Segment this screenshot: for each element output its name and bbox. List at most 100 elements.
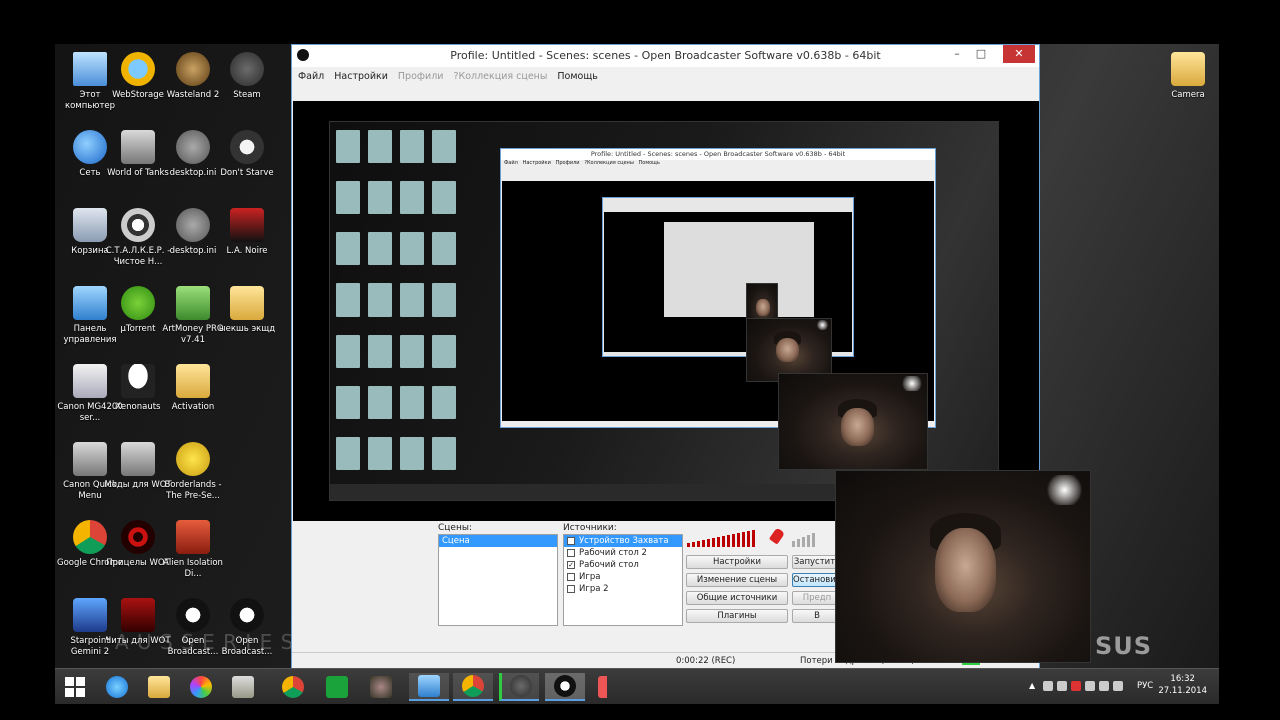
start-button[interactable]: [55, 673, 95, 701]
borderlands-icon: [176, 442, 210, 476]
ini-file-icon: [176, 130, 210, 164]
screen: Этот компьютер WebStorage Wasteland 2 St…: [0, 0, 1280, 720]
desktop-icon-la-noire[interactable]: L.A. Noire: [212, 208, 282, 257]
tank-icon: [370, 676, 392, 698]
source-checkbox[interactable]: [567, 573, 575, 581]
alien-isolation-icon: [176, 520, 210, 554]
explorer-icon: [148, 676, 170, 698]
crosshair-icon: [121, 520, 155, 554]
chrome-icon: [73, 520, 107, 554]
taskbar-steam[interactable]: [499, 673, 539, 701]
obs-titlebar[interactable]: Profile: Untitled - Scenes: scenes - Ope…: [292, 45, 1039, 67]
wot-cheats-icon: [121, 598, 155, 632]
taskbar-chrome[interactable]: [273, 673, 313, 701]
plugins-button[interactable]: Плагины: [686, 609, 788, 623]
taskbar-picasa[interactable]: [181, 673, 221, 701]
source-item-capture-device[interactable]: ✓ Устройство Захвата: [564, 535, 682, 547]
menu-file[interactable]: Файл: [298, 71, 324, 82]
paint-icon: [232, 676, 254, 698]
source-checkbox[interactable]: [567, 585, 575, 593]
sources-list[interactable]: ✓ Устройство Захвата Рабочий стол 2 ✓ Рабо…: [563, 534, 683, 626]
desktop-icon-dont-starve[interactable]: Don't Starve: [212, 130, 282, 179]
source-item-desktop[interactable]: ✓ Рабочий стол: [564, 559, 682, 571]
language-indicator[interactable]: РУС: [1137, 681, 1153, 691]
scenes-list[interactable]: Сцена: [438, 534, 558, 626]
tray-antivirus-icon[interactable]: [1071, 681, 1081, 691]
obs-icon: [554, 675, 576, 697]
tray-volume-icon[interactable]: [1113, 681, 1123, 691]
source-checkbox[interactable]: [567, 549, 575, 557]
obs-icon: [230, 598, 264, 632]
artmoney-icon: [176, 286, 210, 320]
scene-item[interactable]: Сцена: [439, 535, 557, 547]
steam-icon: [230, 52, 264, 86]
menu-scene-collection[interactable]: ?Коллекция сцены: [453, 71, 547, 82]
source-checkbox[interactable]: ✓: [567, 537, 575, 545]
dont-starve-icon: [230, 130, 264, 164]
source-item-game[interactable]: Игра: [564, 571, 682, 583]
taskbar-explorer[interactable]: [139, 673, 179, 701]
mini-desktop-icons: [336, 130, 456, 470]
recording-time: 0:00:22 (REC): [676, 656, 736, 666]
clock[interactable]: 16:32 27.11.2014: [1158, 673, 1207, 697]
webstorage-icon: [121, 52, 155, 86]
chrome-icon: [462, 675, 484, 697]
maximize-button[interactable]: □: [969, 45, 993, 63]
picasa-icon: [190, 676, 212, 698]
taskbar-ie[interactable]: [97, 673, 137, 701]
computer-icon: [73, 52, 107, 86]
desktop-icon-alien-isolation[interactable]: Alien Isolation Di...: [158, 520, 228, 580]
tank-icon: [121, 442, 155, 476]
steam-icon: [509, 675, 532, 697]
xenonauts-icon: [121, 364, 155, 398]
la-noire-icon: [230, 208, 264, 242]
tray-battery-icon[interactable]: [1099, 681, 1109, 691]
utorrent-icon: [121, 286, 155, 320]
global-sources-button[interactable]: Общие источники: [686, 591, 788, 605]
minimize-button[interactable]: –: [945, 45, 969, 63]
menu-settings[interactable]: Настройки: [334, 71, 388, 82]
source-item-desktop-2[interactable]: Рабочий стол 2: [564, 547, 682, 559]
asus-watermark: SUS: [1095, 632, 1153, 660]
chrome-icon: [282, 676, 304, 698]
wasteland-icon: [176, 52, 210, 86]
watermark-text: A U S S E R I E S: [115, 630, 295, 654]
menu-help[interactable]: Помощь: [557, 71, 597, 82]
settings-button[interactable]: Настройки: [686, 555, 788, 569]
tray-network-icon[interactable]: [1085, 681, 1095, 691]
audio-meter-desktop: [792, 533, 815, 547]
taskbar-chrome-2[interactable]: [453, 673, 493, 701]
desktop-icon-steam[interactable]: Steam: [212, 52, 282, 101]
desktop-icon-folder-yeksh[interactable]: ыекшь экщд: [212, 286, 282, 335]
source-checkbox[interactable]: ✓: [567, 561, 575, 569]
tray-flag-icon[interactable]: [1043, 681, 1053, 691]
taskbar-paint[interactable]: [223, 673, 263, 701]
taskbar-wot[interactable]: [361, 673, 401, 701]
taskbar-obs[interactable]: [545, 673, 585, 701]
source-item-game-2[interactable]: Игра 2: [564, 583, 682, 595]
edit-scene-button[interactable]: Изменение сцены: [686, 573, 788, 587]
audio-meter-mic: [687, 530, 755, 547]
tray-app-icon[interactable]: [1057, 681, 1067, 691]
tray-expand-icon[interactable]: ▲: [1029, 681, 1039, 691]
desktop-icon-borderlands[interactable]: Borderlands - The Pre-Se...: [158, 442, 228, 502]
window-title: Profile: Untitled - Scenes: scenes - Ope…: [450, 49, 881, 62]
taskbar-audio[interactable]: [589, 673, 629, 701]
desktop-icon-activation[interactable]: Activation: [158, 364, 228, 413]
clock-date: 27.11.2014: [1158, 686, 1207, 696]
taskbar-store[interactable]: [317, 673, 357, 701]
taskbar-control-panel[interactable]: [409, 673, 449, 701]
folder-icon: [230, 286, 264, 320]
canon-quick-menu-icon: [73, 442, 107, 476]
desktop-icon-camera-folder[interactable]: Camera: [1153, 52, 1223, 101]
obs-icon: [176, 598, 210, 632]
control-panel-icon: [418, 675, 440, 697]
microphone-icon[interactable]: [768, 527, 786, 545]
folder-icon: [1171, 52, 1205, 86]
folder-icon: [176, 364, 210, 398]
store-icon: [326, 676, 348, 698]
ie-icon: [106, 676, 128, 698]
sources-label: Источники:: [563, 523, 617, 533]
menu-profiles[interactable]: Профили: [398, 71, 444, 82]
close-button[interactable]: ✕: [1003, 45, 1035, 63]
